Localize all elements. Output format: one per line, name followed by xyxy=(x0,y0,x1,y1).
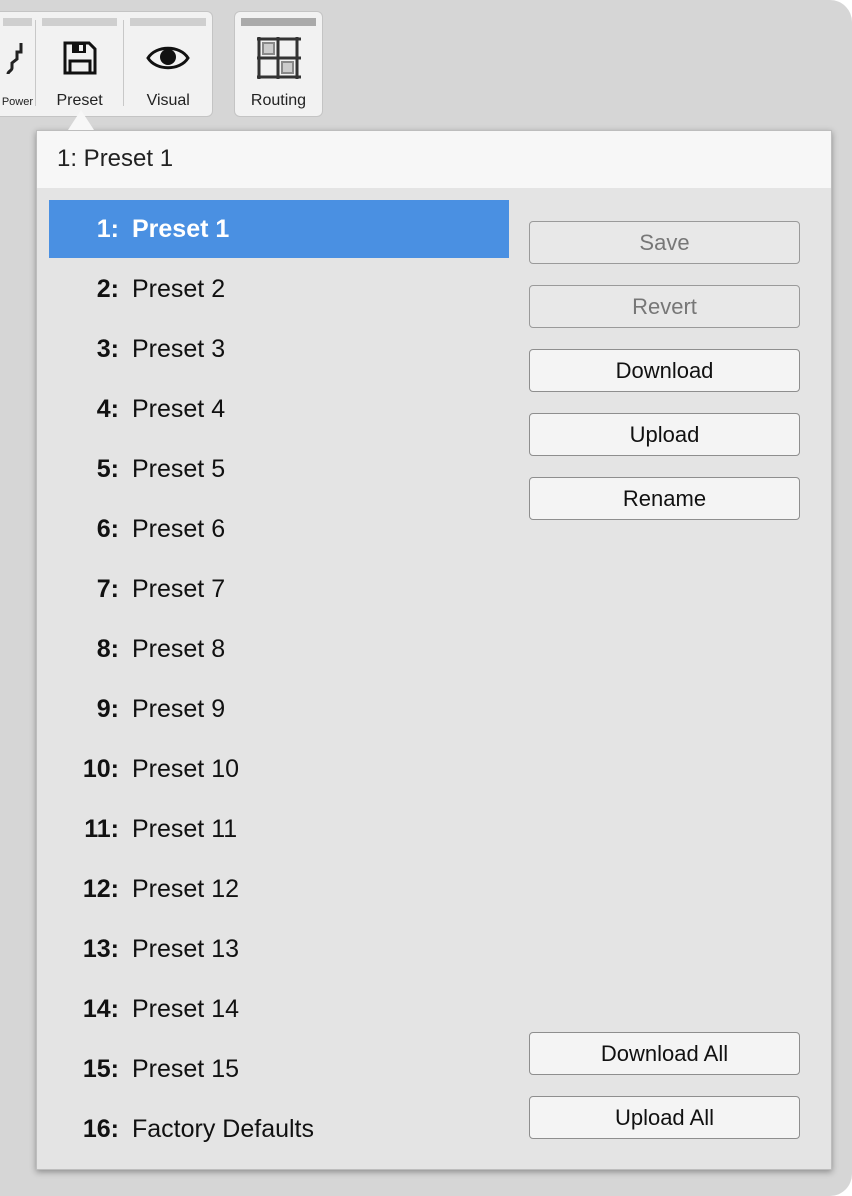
tool-label: Power xyxy=(1,96,33,108)
preset-name: Preset 15 xyxy=(132,1054,240,1083)
tool-indicator xyxy=(41,18,118,26)
toolbar-group: Routing xyxy=(234,11,323,117)
eye-icon xyxy=(124,38,212,78)
tool-label: Routing xyxy=(250,92,307,109)
preset-name: Preset 8 xyxy=(132,634,226,663)
preset-number: 6: xyxy=(96,514,119,543)
preset-number: 7: xyxy=(96,574,119,603)
preset-number: 9: xyxy=(96,694,119,723)
preset-row[interactable]: 3: Preset 3 xyxy=(49,320,509,378)
preset-row[interactable]: 15: Preset 15 xyxy=(49,1040,509,1098)
popover-arrow xyxy=(68,110,94,130)
preset-row[interactable]: 8: Preset 8 xyxy=(49,620,509,678)
upload-button[interactable]: Upload xyxy=(529,413,800,456)
tool-visual[interactable]: Visual xyxy=(124,12,212,116)
preset-row[interactable]: 11: Preset 11 xyxy=(49,800,509,858)
preset-row[interactable]: 6: Preset 6 xyxy=(49,500,509,558)
preset-number: 2: xyxy=(96,274,119,303)
preset-name: Preset 7 xyxy=(132,574,226,603)
preset-row[interactable]: 5: Preset 5 xyxy=(49,440,509,498)
preset-name: Preset 11 xyxy=(132,814,238,843)
preset-number: 13: xyxy=(82,934,119,963)
preset-row[interactable]: 14: Preset 14 xyxy=(49,980,509,1038)
preset-number: 4: xyxy=(96,394,119,423)
tool-label: Preset xyxy=(56,92,103,109)
preset-row[interactable]: 1: Preset 1 xyxy=(49,200,509,258)
preset-row[interactable]: 12: Preset 12 xyxy=(49,860,509,918)
preset-number: 3: xyxy=(96,334,119,363)
preset-row[interactable]: 4: Preset 4 xyxy=(49,380,509,438)
preset-name: Factory Defaults xyxy=(132,1114,315,1143)
preset-name: Preset 10 xyxy=(132,754,240,783)
preset-popover: 1: Preset 1 1: Preset 1 2: Preset 2 3: Preset… xyxy=(36,130,832,1170)
toolbar-group: Power Preset Visual xyxy=(0,11,213,117)
download-all-button[interactable]: Download All xyxy=(529,1032,800,1075)
upload-all-button[interactable]: Upload All xyxy=(529,1096,800,1139)
preset-number: 14: xyxy=(82,994,119,1023)
tool-indicator xyxy=(241,18,316,26)
preset-row[interactable]: 16: Factory Defaults xyxy=(49,1100,509,1158)
popover-title: 1: Preset 1 xyxy=(37,131,831,188)
tool-preset[interactable]: Preset xyxy=(36,12,124,116)
save-button[interactable]: Save xyxy=(529,221,800,264)
preset-row[interactable]: 9: Preset 9 xyxy=(49,680,509,738)
preset-name: Preset 2 xyxy=(132,274,226,303)
preset-name: Preset 12 xyxy=(132,874,240,903)
preset-row[interactable]: 2: Preset 2 xyxy=(49,260,509,318)
download-button[interactable]: Download xyxy=(529,349,800,392)
preset-name: Preset 1 xyxy=(132,214,230,243)
tool-indicator xyxy=(130,18,207,26)
preset-number: 12: xyxy=(82,874,119,903)
revert-button[interactable]: Revert xyxy=(529,285,800,328)
preset-name: Preset 3 xyxy=(132,334,226,363)
tool-power[interactable]: Power xyxy=(0,12,35,116)
preset-row[interactable]: 13: Preset 13 xyxy=(49,920,509,978)
routing-grid-icon xyxy=(235,37,322,79)
preset-number: 10: xyxy=(82,754,119,783)
preset-name: Preset 13 xyxy=(132,934,240,963)
preset-name: Preset 9 xyxy=(132,694,226,723)
preset-row[interactable]: 7: Preset 7 xyxy=(49,560,509,618)
preset-number: 1: xyxy=(96,214,119,243)
preset-number: 15: xyxy=(82,1054,119,1083)
preset-number: 5: xyxy=(96,454,119,483)
preset-name: Preset 14 xyxy=(132,994,240,1023)
preset-name: Preset 5 xyxy=(132,454,226,483)
tool-routing[interactable]: Routing xyxy=(235,12,322,116)
rename-button[interactable]: Rename xyxy=(529,477,800,520)
preset-name: Preset 4 xyxy=(132,394,226,423)
preset-number: 16: xyxy=(82,1114,119,1143)
preset-name: Preset 6 xyxy=(132,514,226,543)
preset-row[interactable]: 10: Preset 10 xyxy=(49,740,509,798)
preset-number: 11: xyxy=(84,814,119,843)
tool-label: Visual xyxy=(146,92,190,109)
preset-number: 8: xyxy=(96,634,119,663)
tool-indicator xyxy=(3,18,32,26)
floppy-disk-icon xyxy=(36,38,124,78)
plug-icon xyxy=(0,38,35,78)
